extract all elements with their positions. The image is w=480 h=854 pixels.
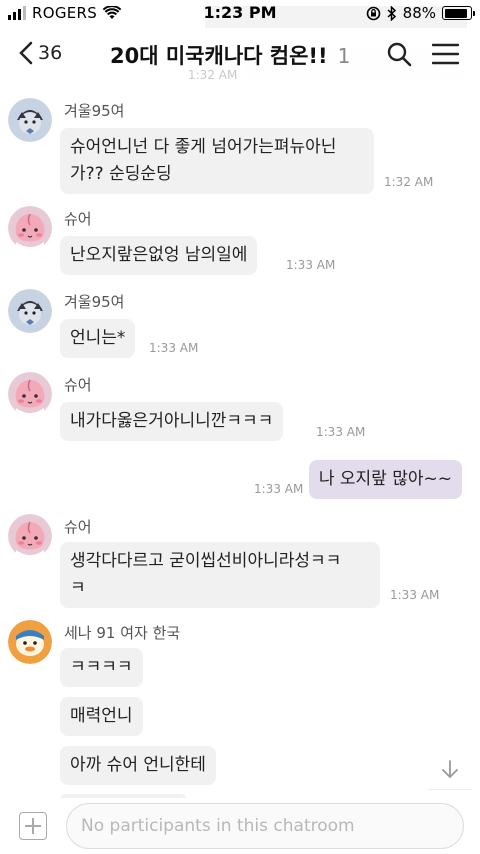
message-line: 가?? 순딩순딩 <box>70 164 172 184</box>
message-time: 1:33 AM <box>254 482 304 496</box>
gray-character-icon <box>8 289 52 333</box>
message-bubble[interactable]: ㅋㅋㅋㅋ <box>60 648 143 687</box>
message-line: 아까 슈어 언니한테 <box>70 755 206 775</box>
message-line: 내가다옳은거아니니깐ㅋㅋㅋ <box>70 411 274 431</box>
message-bubble[interactable]: 슈어언니넌 다 좋게 넘어가는펴뉴아닌 가?? 순딩순딩 <box>60 128 374 194</box>
bluetooth-icon <box>387 5 396 21</box>
avatar-gray-character[interactable] <box>8 289 52 333</box>
message-line: 난오지랖은없엉 남의일에 <box>70 245 248 265</box>
sender-name: 슈어 <box>64 518 92 536</box>
avatar-apeach[interactable] <box>8 372 52 416</box>
battery-fill <box>444 8 467 18</box>
message-input[interactable] <box>66 803 464 849</box>
my-message-bubble[interactable]: 나 오지랖 많아~~ <box>308 460 462 499</box>
avatar-apeach[interactable] <box>8 514 52 558</box>
apeach-icon <box>8 514 52 558</box>
message-time: 1:32 AM <box>384 175 434 189</box>
unread-chat-count: 36 <box>38 42 63 64</box>
chat-input-bar <box>0 798 480 854</box>
search-icon[interactable] <box>386 41 412 67</box>
chat-header: 36 20대 미국캐나다 컴온!! 1 <box>0 28 480 80</box>
sender-name: 겨울95여 <box>64 102 125 120</box>
message-bubble[interactable]: 내가다옳은거아니니깐ㅋㅋㅋ <box>60 402 284 441</box>
apeach-icon <box>8 206 52 250</box>
message-line: 생각다다르고 굳이씹선비아니라성ㅋㅋ <box>70 551 342 571</box>
sender-name: 세나 91 여자 한국 <box>64 624 181 642</box>
tube-duck-icon <box>8 620 52 664</box>
message-bubble[interactable]: 언니는* <box>60 319 136 358</box>
message-time: 1:33 AM <box>316 425 366 439</box>
back-chevron-icon <box>19 41 33 65</box>
message-bubble[interactable]: 생각다다르고 굳이씹선비아니라성ㅋㅋ ㅋ <box>60 542 380 608</box>
battery-percent: 88% <box>402 4 436 22</box>
avatar-gray-character[interactable] <box>8 98 52 142</box>
message-line: ㅋㅋㅋㅋ <box>70 657 133 677</box>
message-time: 1:33 AM <box>286 258 336 272</box>
avatar-apeach[interactable] <box>8 206 52 250</box>
apeach-icon <box>8 372 52 416</box>
message-time: 1:33 AM <box>390 588 440 602</box>
chatroom-title: 20대 미국캐나다 컴온!! <box>110 44 328 68</box>
ghost-timestamp: 1:32 AM <box>188 68 238 82</box>
sender-name: 슈어 <box>64 210 92 228</box>
plus-icon[interactable] <box>19 812 47 840</box>
scroll-to-bottom-button[interactable] <box>428 748 472 790</box>
sender-name: 겨울95여 <box>64 293 125 311</box>
rotation-lock-icon <box>366 6 380 20</box>
back-button[interactable]: 36 <box>18 40 62 66</box>
battery-icon <box>442 6 475 20</box>
message-line: 언니는* <box>70 328 126 348</box>
message-line: 슈어언니넌 다 좋게 넘어가는펴뉴아닌 <box>70 137 337 157</box>
status-right: 88% <box>366 4 475 22</box>
sender-name: 슈어 <box>64 376 92 394</box>
message-time: 1:33 AM <box>149 341 199 355</box>
hamburger-menu-icon[interactable] <box>432 43 459 65</box>
status-bar: ROGERS 1:23 PM 88% <box>0 0 480 28</box>
message-bubble[interactable]: 아까 슈어 언니한테 <box>60 746 216 785</box>
message-bubble[interactable]: 난오지랖은없엉 남의일에 <box>60 236 258 275</box>
message-line: 매력언니 <box>70 706 133 726</box>
avatar-tube[interactable] <box>8 620 52 664</box>
member-count: 1 <box>337 44 351 68</box>
gray-character-icon <box>8 98 52 142</box>
chatroom-title-area[interactable]: 20대 미국캐나다 컴온!! 1 <box>110 40 350 70</box>
message-line: ㅋ <box>70 578 86 598</box>
arrow-down-icon <box>442 759 458 778</box>
message-line: 나 오지랖 많아~~ <box>318 469 452 489</box>
message-bubble[interactable]: 매력언니 <box>60 697 143 736</box>
